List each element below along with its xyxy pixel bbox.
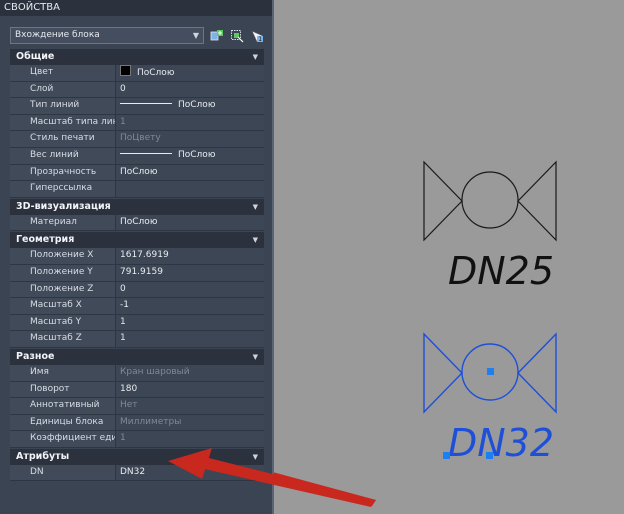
- arrow-overlay: [168, 448, 376, 507]
- arrow-head: [168, 448, 212, 479]
- arrow-shaft: [200, 457, 376, 507]
